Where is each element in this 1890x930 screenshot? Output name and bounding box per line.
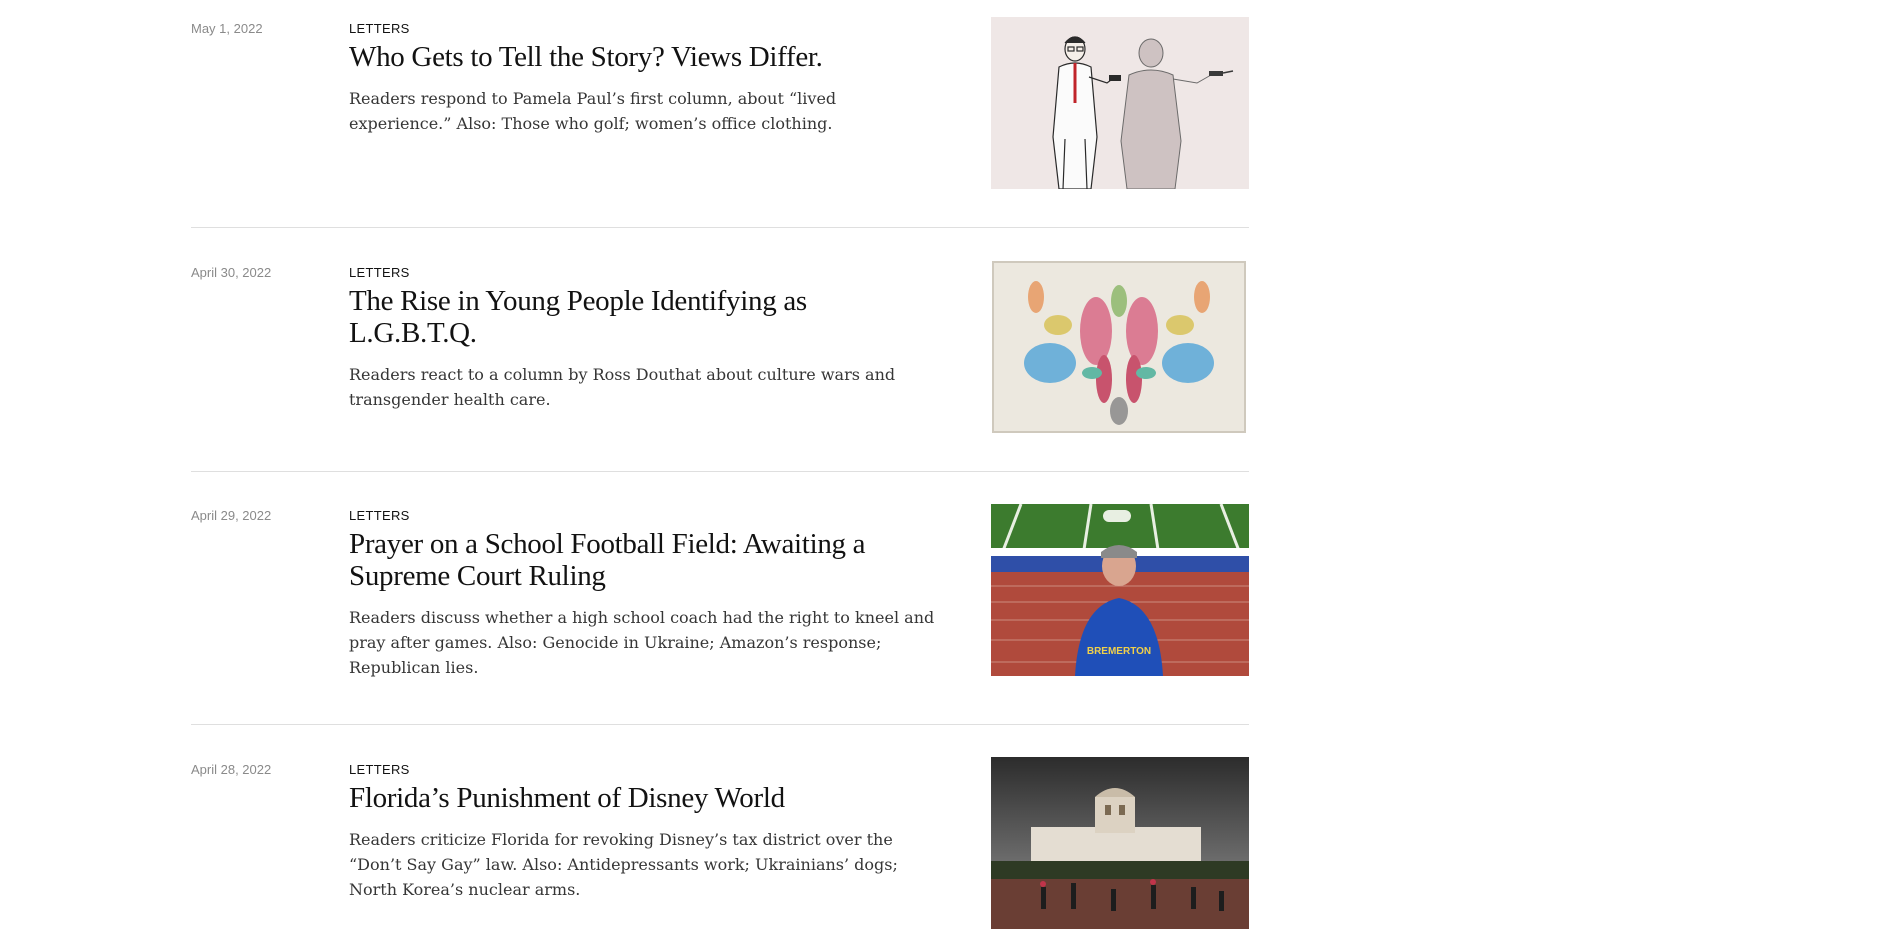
disney-photo — [991, 757, 1249, 929]
article-stream: May 1, 2022 LETTERS Who Gets to Tell the… — [191, 0, 1249, 930]
article-date: April 29, 2022 — [191, 508, 272, 523]
article-headline-link[interactable]: Prayer on a School Football Field: Await… — [349, 528, 939, 592]
article-summary: Readers criticize Florida for revoking D… — [349, 830, 898, 899]
article-body: LETTERS The Rise in Young People Identif… — [349, 265, 939, 412]
article-date: April 28, 2022 — [191, 762, 272, 777]
article-kicker: LETTERS — [349, 265, 410, 280]
article-summary: Readers respond to Pamela Paul’s first c… — [349, 89, 837, 133]
article-item: May 1, 2022 LETTERS Who Gets to Tell the… — [191, 0, 1249, 228]
article-kicker: LETTERS — [349, 508, 410, 523]
article-item: April 29, 2022 LETTERS Prayer on a Schoo… — [191, 472, 1249, 725]
coach-photo: BREMERTON — [991, 504, 1249, 676]
article-date: May 1, 2022 — [191, 21, 263, 36]
article-summary: Readers discuss whether a high school co… — [349, 608, 935, 677]
article-body: LETTERS Who Gets to Tell the Story? View… — [349, 21, 939, 136]
article-kicker: LETTERS — [349, 21, 410, 36]
article-thumbnail[interactable] — [992, 261, 1246, 433]
article-date: April 30, 2022 — [191, 265, 272, 280]
article-thumbnail[interactable]: BREMERTON — [991, 504, 1249, 676]
article-thumbnail[interactable] — [991, 17, 1249, 189]
article-item: April 28, 2022 LETTERS Florida’s Punishm… — [191, 725, 1249, 930]
article-item: April 30, 2022 LETTERS The Rise in Young… — [191, 228, 1249, 472]
inkblot-illustration — [992, 261, 1246, 433]
article-headline-link[interactable]: The Rise in Young People Identifying as … — [349, 285, 939, 349]
jersey-text: BREMERTON — [1087, 646, 1151, 657]
article-headline-link[interactable]: Florida’s Punishment of Disney World — [349, 782, 939, 814]
article-body: LETTERS Prayer on a School Football Fiel… — [349, 508, 939, 680]
article-summary: Readers react to a column by Ross Doutha… — [349, 365, 896, 409]
article-body: LETTERS Florida’s Punishment of Disney W… — [349, 762, 939, 902]
article-thumbnail[interactable] — [991, 757, 1249, 929]
article-kicker: LETTERS — [349, 762, 410, 777]
page: May 1, 2022 LETTERS Who Gets to Tell the… — [0, 0, 1890, 930]
scientists-illustration — [991, 17, 1249, 189]
article-headline-link[interactable]: Who Gets to Tell the Story? Views Differ… — [349, 41, 939, 73]
